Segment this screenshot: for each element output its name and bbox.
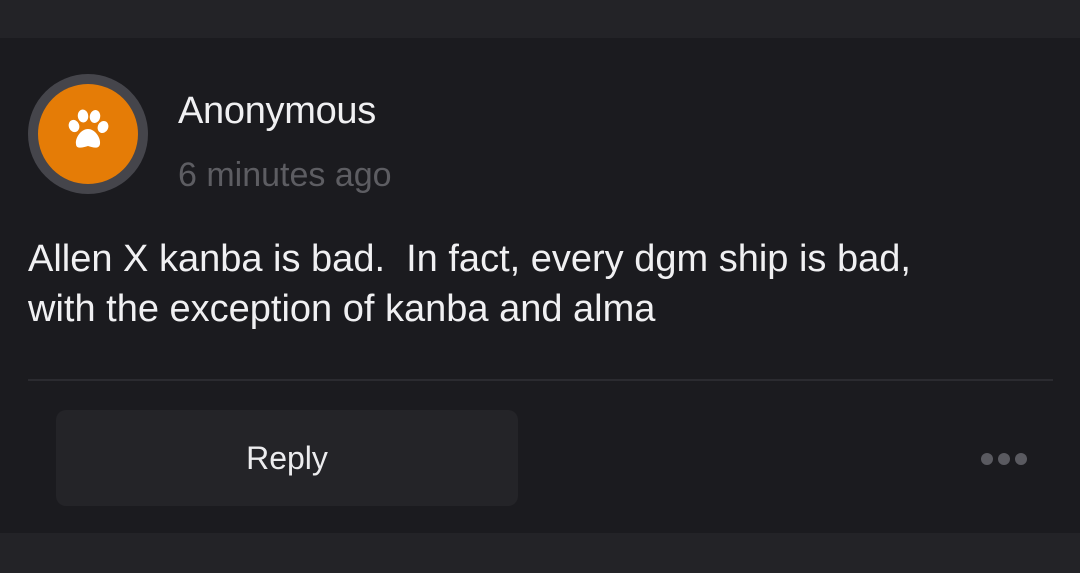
comment-card: Anonymous 6 minutes ago Allen X kanba is… (0, 38, 1080, 533)
paw-icon (68, 109, 109, 148)
top-divider-strip (0, 0, 1080, 38)
comment-timestamp: 6 minutes ago (178, 156, 392, 194)
more-horizontal-icon (981, 453, 1027, 465)
reply-button[interactable]: Reply (56, 410, 518, 506)
comment-text: Allen X kanba is bad. In fact, every dgm… (28, 238, 911, 330)
more-options-button[interactable] (976, 444, 1032, 474)
avatar-circle (38, 84, 138, 184)
author-name[interactable]: Anonymous (178, 90, 376, 133)
bottom-divider-strip (0, 533, 1080, 573)
divider (28, 379, 1053, 381)
avatar[interactable] (28, 74, 148, 194)
reply-label: Reply (246, 439, 328, 476)
